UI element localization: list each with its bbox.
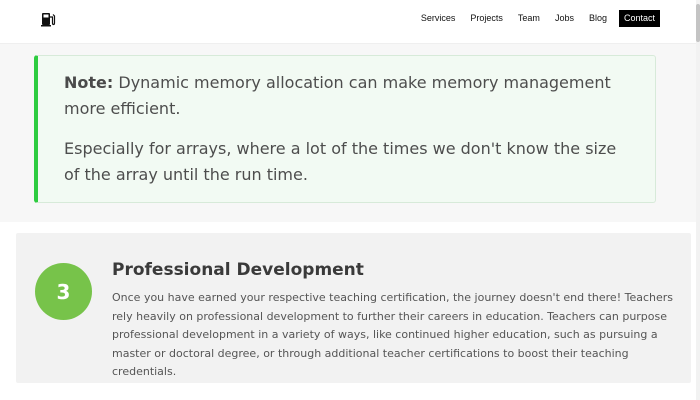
nav-link-services[interactable]: Services — [421, 10, 456, 27]
note-text: Dynamic memory allocation can make memor… — [64, 73, 611, 118]
step-number-badge: 3 — [35, 263, 92, 320]
step-description: Once you have earned your respective tea… — [112, 291, 673, 378]
nav-link-team[interactable]: Team — [518, 10, 540, 27]
fuel-pump-icon[interactable] — [40, 11, 56, 27]
note-paragraph-2: Especially for arrays, where a lot of th… — [64, 139, 617, 184]
scrollbar-thumb[interactable] — [696, 4, 700, 42]
nav-link-blog[interactable]: Blog — [589, 10, 607, 27]
page-scrollbar[interactable] — [696, 0, 700, 400]
site-header: Services Projects Team Jobs Blog Contact — [0, 0, 700, 43]
note-callout: Note: Dynamic memory allocation can make… — [34, 55, 656, 203]
nav-link-projects[interactable]: Projects — [470, 10, 503, 27]
step-title: Professional Development — [112, 260, 364, 280]
main-nav: Services Projects Team Jobs Blog Contact — [406, 10, 660, 27]
nav-link-jobs[interactable]: Jobs — [555, 10, 574, 27]
note-section: Note: Dynamic memory allocation can make… — [0, 43, 700, 222]
step-card: 3 Professional Development Once you have… — [16, 233, 691, 383]
note-paragraph: Note: Dynamic memory allocation can make… — [64, 70, 627, 122]
note-label: Note: — [64, 73, 114, 92]
contact-button[interactable]: Contact — [618, 10, 660, 27]
